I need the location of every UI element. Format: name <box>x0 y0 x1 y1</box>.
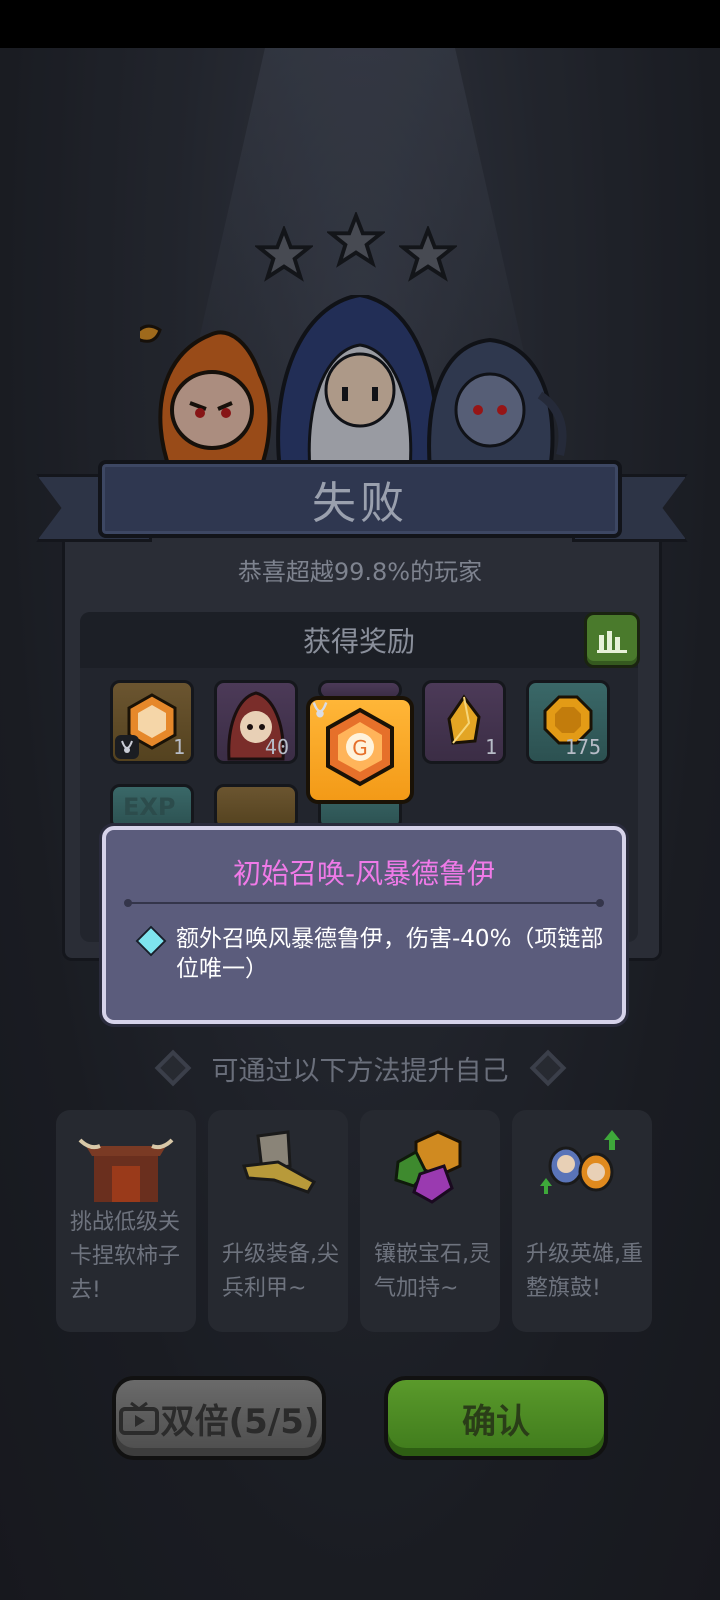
bar-chart-icon <box>597 631 627 653</box>
gems-icon <box>394 1130 462 1204</box>
improve-option-label: 挑战低级关卡捏软柿子去! <box>70 1210 181 1303</box>
improve-option-equipment[interactable]: 升级装备,尖兵利甲~ <box>208 1110 348 1332</box>
selected-reward-slot[interactable]: G <box>306 696 414 804</box>
reward-count: 40 <box>264 735 289 759</box>
tooltip-title: 初始召唤-风暴德鲁伊 <box>232 857 496 890</box>
necklace-icon <box>115 735 139 759</box>
reward-slot[interactable]: 175 <box>526 680 610 764</box>
diamond-bullet-icon <box>135 925 167 957</box>
reward-count: 1 <box>172 735 185 759</box>
reward-header: 获得奖励 <box>80 612 638 668</box>
improve-option-challenge[interactable]: 挑战低级关卡捏软柿子去! <box>56 1110 196 1332</box>
reward-slot[interactable]: 1 <box>110 680 194 764</box>
improve-option-label: 升级英雄,重整旗鼓! <box>526 1242 643 1301</box>
improve-option-label: 升级装备,尖兵利甲~ <box>222 1242 339 1301</box>
gate-icon <box>78 1138 174 1202</box>
status-bar <box>0 0 720 48</box>
confirm-label: 确认 <box>462 1401 530 1442</box>
reward-slot-exp[interactable]: EXP <box>110 784 194 830</box>
result-subtitle: 恭喜超越99.8%的玩家 <box>237 558 483 586</box>
gauntlet-icon <box>241 1130 317 1194</box>
improve-option-heroes[interactable]: 升级英雄,重整旗鼓! <box>512 1110 652 1332</box>
improve-title: 可通过以下方法提升自己 <box>211 1055 509 1087</box>
tooltip-description: 额外召唤风暴德鲁伊，伤害-40%（项链部位唯一） <box>176 926 604 982</box>
reward-count: 175 <box>564 735 601 759</box>
stats-button[interactable] <box>584 612 640 668</box>
heroes-upgrade-icon <box>540 1130 620 1194</box>
improve-option-label: 镶嵌宝石,灵气加持~ <box>374 1242 491 1301</box>
double-reward-label: 双倍(5/5) <box>160 1401 320 1442</box>
improve-heading: 可通过以下方法提升自己 <box>0 1048 720 1088</box>
hexagon-relic-icon: G <box>326 707 394 787</box>
banner-plate: 失败 <box>98 460 622 538</box>
improve-option-gems[interactable]: 镶嵌宝石,灵气加持~ <box>360 1110 500 1332</box>
svg-text:G: G <box>352 736 368 760</box>
tooltip-divider <box>124 899 604 907</box>
video-ad-icon <box>118 1401 159 1435</box>
result-banner: 失败 <box>36 460 688 542</box>
result-title: 失败 <box>312 478 408 529</box>
reward-count: 1 <box>484 735 497 759</box>
double-reward-button[interactable]: 双倍(5/5) <box>112 1376 326 1460</box>
reward-slot[interactable]: 1 <box>422 680 506 764</box>
diamond-ornament-icon <box>154 1049 191 1087</box>
reward-slot[interactable]: 40 <box>214 680 298 764</box>
item-tooltip: 初始召唤-风暴德鲁伊 额外召唤风暴德鲁伊，伤害-40%（项链部位唯一） <box>102 826 626 1024</box>
confirm-button[interactable]: 确认 <box>384 1376 608 1460</box>
diamond-ornament-icon <box>529 1049 566 1087</box>
exp-label: EXP <box>123 793 176 821</box>
reward-slot-scroll[interactable] <box>214 784 298 830</box>
